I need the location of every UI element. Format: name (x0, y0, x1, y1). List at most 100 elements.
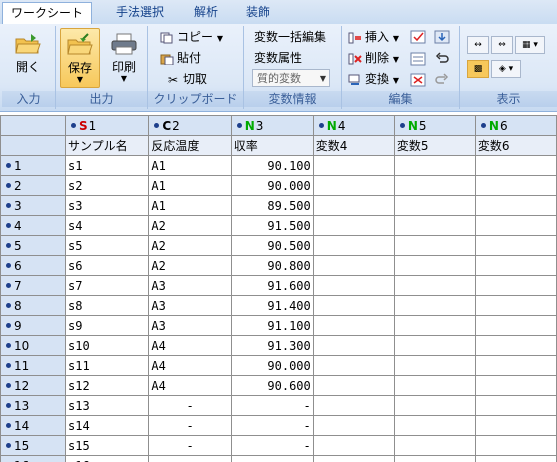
column-name-cell[interactable]: 変数5 (393, 135, 476, 156)
tab-decoration[interactable]: 装飾 (238, 2, 278, 24)
column-name-cell[interactable]: 反応温度 (148, 135, 232, 156)
row-header[interactable]: 6 (0, 255, 67, 276)
empty-cell[interactable] (312, 415, 395, 436)
grid-corner[interactable] (0, 115, 67, 136)
temperature-cell[interactable]: A2 (148, 215, 232, 236)
fill-color-icon[interactable]: ◈ ▾ (491, 60, 521, 78)
empty-cell[interactable] (312, 275, 395, 296)
empty-cell[interactable] (312, 215, 395, 236)
temperature-cell[interactable]: A3 (148, 295, 232, 316)
row-header[interactable]: 5 (0, 235, 67, 256)
empty-cell[interactable] (312, 195, 395, 216)
row-header[interactable]: 13 (0, 395, 67, 416)
row-header[interactable]: 9 (0, 315, 67, 336)
sample-name-cell[interactable]: s14 (65, 415, 150, 436)
sample-name-cell[interactable]: s15 (65, 435, 150, 456)
empty-cell[interactable] (312, 355, 395, 376)
column-header-2[interactable]: C2 (148, 115, 232, 136)
row-header[interactable]: 14 (0, 415, 67, 436)
empty-cell[interactable] (474, 395, 557, 416)
tab-worksheet[interactable]: ワークシート (2, 2, 93, 25)
expand-columns-icon[interactable]: ⇔ (491, 36, 513, 54)
temperature-cell[interactable]: - (148, 415, 232, 436)
empty-cell[interactable] (474, 295, 557, 316)
tab-method-select[interactable]: 手法選択 (108, 2, 172, 24)
empty-cell[interactable] (393, 375, 476, 396)
empty-cell[interactable] (474, 275, 557, 296)
column-name-cell[interactable]: 変数6 (474, 135, 557, 156)
sample-name-cell[interactable]: s3 (65, 195, 150, 216)
empty-cell[interactable] (312, 175, 395, 196)
temperature-cell[interactable]: A2 (148, 255, 232, 276)
row-header[interactable]: 8 (0, 295, 67, 316)
insert-column-icon[interactable] (410, 30, 426, 44)
sample-name-cell[interactable]: s2 (65, 175, 150, 196)
yield-cell[interactable]: - (230, 455, 314, 462)
empty-cell[interactable] (312, 155, 395, 176)
sample-name-cell[interactable]: s4 (65, 215, 150, 236)
empty-cell[interactable] (474, 255, 557, 276)
empty-cell[interactable] (474, 235, 557, 256)
temperature-cell[interactable]: A4 (148, 375, 232, 396)
temperature-cell[interactable]: - (148, 395, 232, 416)
empty-cell[interactable] (393, 195, 476, 216)
empty-cell[interactable] (312, 295, 395, 316)
empty-cell[interactable] (393, 275, 476, 296)
yield-cell[interactable]: 91.400 (230, 295, 314, 316)
temperature-cell[interactable]: A3 (148, 275, 232, 296)
yield-cell[interactable]: 89.500 (230, 195, 314, 216)
highlight-icon[interactable]: ▩ (467, 60, 489, 78)
column-name-cell[interactable]: サンプル名 (65, 135, 150, 156)
temperature-cell[interactable]: A4 (148, 335, 232, 356)
paste-button[interactable]: 貼付 (160, 49, 201, 67)
row-header[interactable]: 3 (0, 195, 67, 216)
empty-cell[interactable] (393, 415, 476, 436)
empty-cell[interactable] (474, 175, 557, 196)
row-header[interactable]: 2 (0, 175, 67, 196)
row-header[interactable]: 12 (0, 375, 67, 396)
sample-name-cell[interactable]: s6 (65, 255, 150, 276)
row-header[interactable]: 11 (0, 355, 67, 376)
column-header-5[interactable]: N5 (393, 115, 476, 136)
layout-icon[interactable]: ▦ ▾ (515, 36, 545, 54)
empty-cell[interactable] (393, 395, 476, 416)
column-icon[interactable] (410, 52, 426, 66)
empty-cell[interactable] (312, 395, 395, 416)
empty-cell[interactable] (393, 235, 476, 256)
yield-cell[interactable]: 91.100 (230, 315, 314, 336)
move-down-icon[interactable] (434, 30, 450, 44)
empty-cell[interactable] (393, 155, 476, 176)
row-header[interactable]: 15 (0, 435, 67, 456)
empty-cell[interactable] (393, 355, 476, 376)
insert-button[interactable]: 挿入 ▼ (348, 28, 399, 46)
yield-cell[interactable]: 90.600 (230, 375, 314, 396)
empty-cell[interactable] (474, 155, 557, 176)
sample-name-cell[interactable]: s9 (65, 315, 150, 336)
sample-name-cell[interactable]: s12 (65, 375, 150, 396)
copy-button[interactable]: コピー ▼ (160, 28, 223, 46)
temperature-cell[interactable]: A2 (148, 235, 232, 256)
empty-cell[interactable] (474, 355, 557, 376)
empty-cell[interactable] (393, 215, 476, 236)
empty-cell[interactable] (474, 335, 557, 356)
empty-cell[interactable] (474, 195, 557, 216)
yield-cell[interactable]: 90.800 (230, 255, 314, 276)
column-header-3[interactable]: N3 (230, 115, 314, 136)
empty-cell[interactable] (393, 315, 476, 336)
sample-name-cell[interactable]: s16 (65, 455, 150, 462)
empty-cell[interactable] (393, 255, 476, 276)
open-button[interactable]: 開く (8, 28, 48, 88)
yield-cell[interactable]: - (230, 415, 314, 436)
yield-cell[interactable]: - (230, 395, 314, 416)
empty-cell[interactable] (393, 435, 476, 456)
yield-cell[interactable]: 90.000 (230, 175, 314, 196)
empty-cell[interactable] (312, 255, 395, 276)
sample-name-cell[interactable]: s10 (65, 335, 150, 356)
empty-cell[interactable] (312, 435, 395, 456)
empty-cell[interactable] (474, 315, 557, 336)
print-button[interactable]: 印刷 ▼ (104, 28, 144, 88)
empty-cell[interactable] (393, 455, 476, 462)
empty-cell[interactable] (474, 375, 557, 396)
save-button[interactable]: 保存 ▼ (60, 28, 100, 88)
variable-type-select[interactable]: 質的変数 ▼ (252, 69, 330, 87)
